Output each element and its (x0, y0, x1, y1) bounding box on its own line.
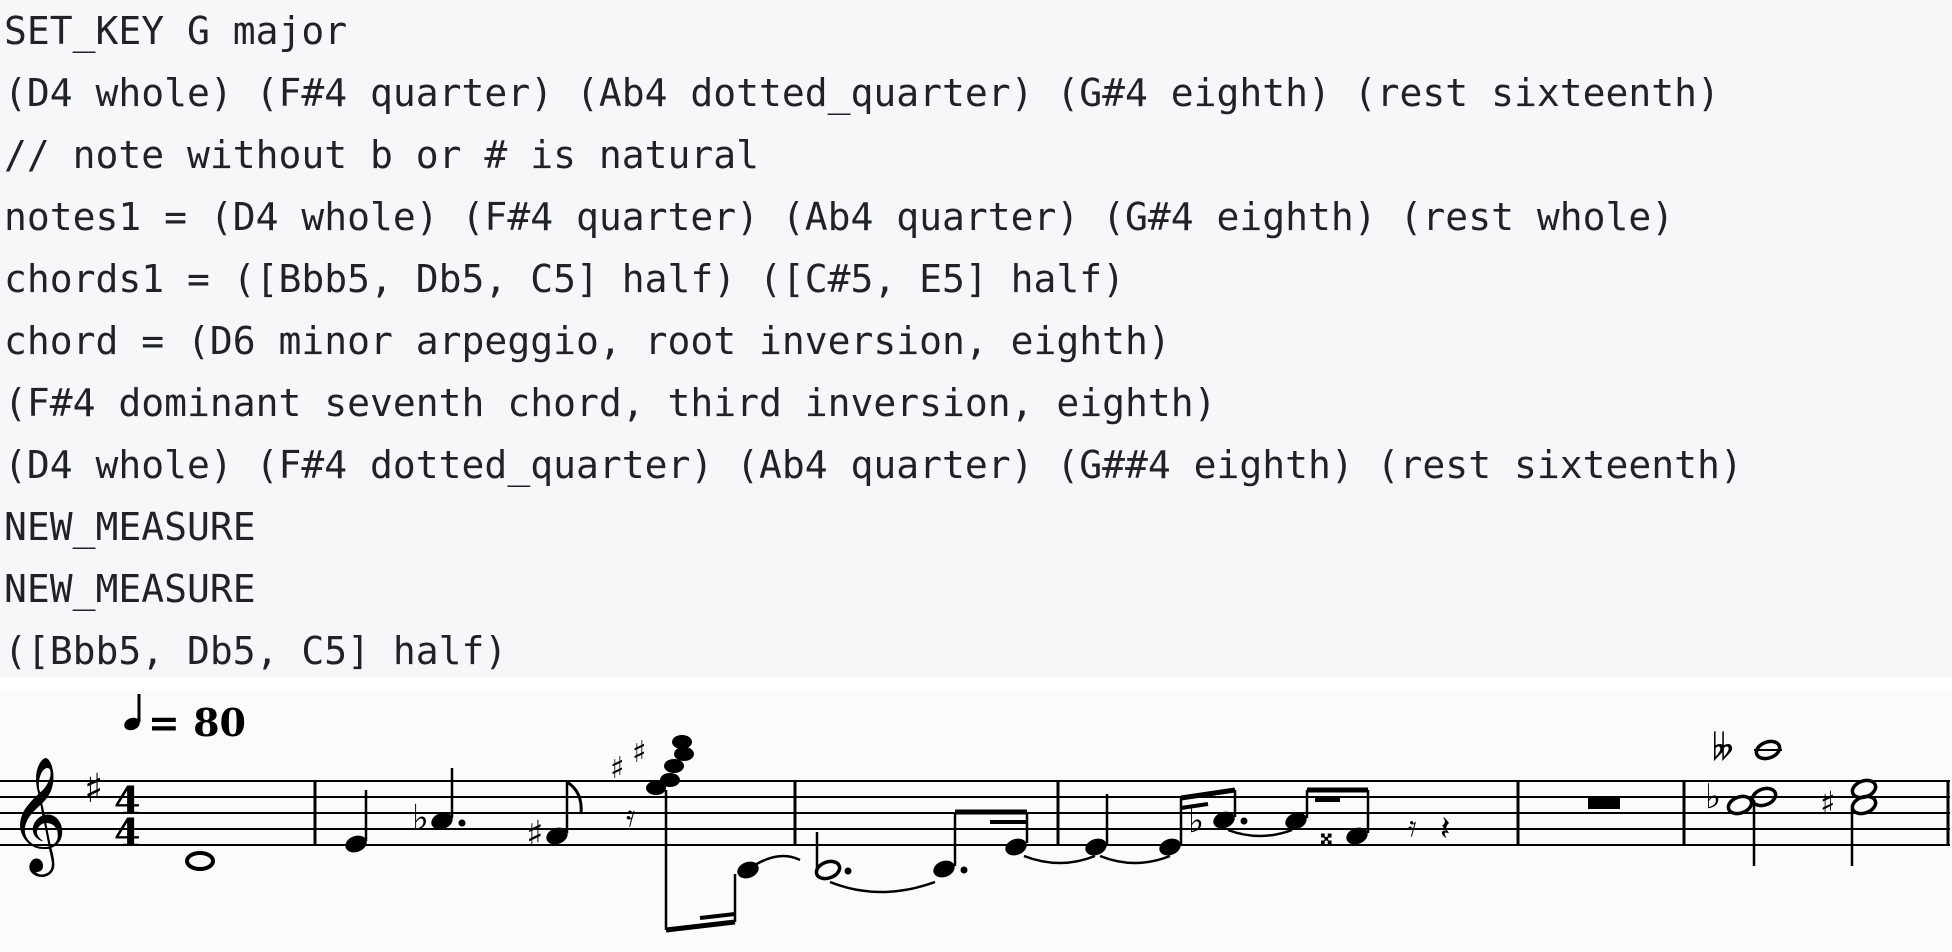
tempo-text: = 80 (148, 700, 246, 745)
code-editor[interactable]: SET_KEY G major (D4 whole) (F#4 quarter)… (0, 0, 1952, 678)
whole-rest (1588, 797, 1620, 809)
sixteenth-rest-icon: 𝄿 (626, 799, 635, 834)
staff-svg: = 80 𝄞 ♯ 4 4 ♭ ♯ 𝄿 ♯ ♯ ♭ 𝄪 𝄿 𝄽 𝄫 ♭ ♯ (0, 694, 1950, 933)
score-preview: = 80 𝄞 ♯ 4 4 ♭ ♯ 𝄿 ♯ ♯ ♭ 𝄪 𝄿 𝄽 𝄫 ♭ ♯ (0, 690, 1952, 952)
code-line[interactable]: notes1 = (D4 whole) (F#4 quarter) (Ab4 q… (4, 186, 1674, 248)
svg-text:♯: ♯ (610, 751, 625, 786)
flat-accidental-icon: ♭ (412, 798, 429, 839)
code-line[interactable]: (F#4 dominant seventh chord, third inver… (4, 372, 1217, 434)
measure-2: ♭ ♯ 𝄿 ♯ ♯ (345, 735, 801, 933)
svg-text:♯: ♯ (1820, 784, 1835, 822)
code-line[interactable]: NEW_MEASURE (4, 558, 256, 620)
code-line[interactable]: (D4 whole) (F#4 quarter) (Ab4 dotted_qua… (4, 62, 1720, 124)
whole-note (185, 851, 215, 871)
key-sharp-icon: ♯ (84, 766, 103, 812)
tempo-marking: = 80 (124, 694, 246, 745)
svg-text:♯: ♯ (632, 735, 647, 770)
treble-clef-icon: 𝄞 (8, 755, 67, 877)
code-line[interactable]: NEW_MEASURE (4, 496, 256, 558)
svg-text:𝄿: 𝄿 (1408, 810, 1417, 843)
double-sharp-accidental-icon: 𝄪 (1320, 818, 1333, 851)
time-signature-bottom: 4 (114, 810, 140, 855)
code-line[interactable]: (D4 whole) (F#4 dotted_quarter) (Ab4 qua… (4, 434, 1743, 496)
code-line[interactable]: ([Bbb5, Db5, C5] half) (4, 620, 507, 682)
svg-text:♭: ♭ (1705, 777, 1721, 817)
code-line[interactable]: SET_KEY G major (4, 0, 347, 62)
quarter-rest-icon: 𝄽 (1440, 809, 1450, 849)
double-flat-accidental-icon: 𝄫 (1712, 728, 1734, 769)
measure-3 (814, 809, 1096, 894)
measure-4: ♭ 𝄪 𝄿 𝄽 (1085, 787, 1450, 865)
code-line[interactable]: chord = (D6 minor arpeggio, root inversi… (4, 310, 1171, 372)
sharp-accidental-icon: ♯ (526, 814, 543, 855)
code-line[interactable]: chords1 = ([Bbb5, Db5, C5] half) ([C#5, … (4, 248, 1125, 310)
code-line[interactable]: // note without b or # is natural (4, 124, 759, 186)
